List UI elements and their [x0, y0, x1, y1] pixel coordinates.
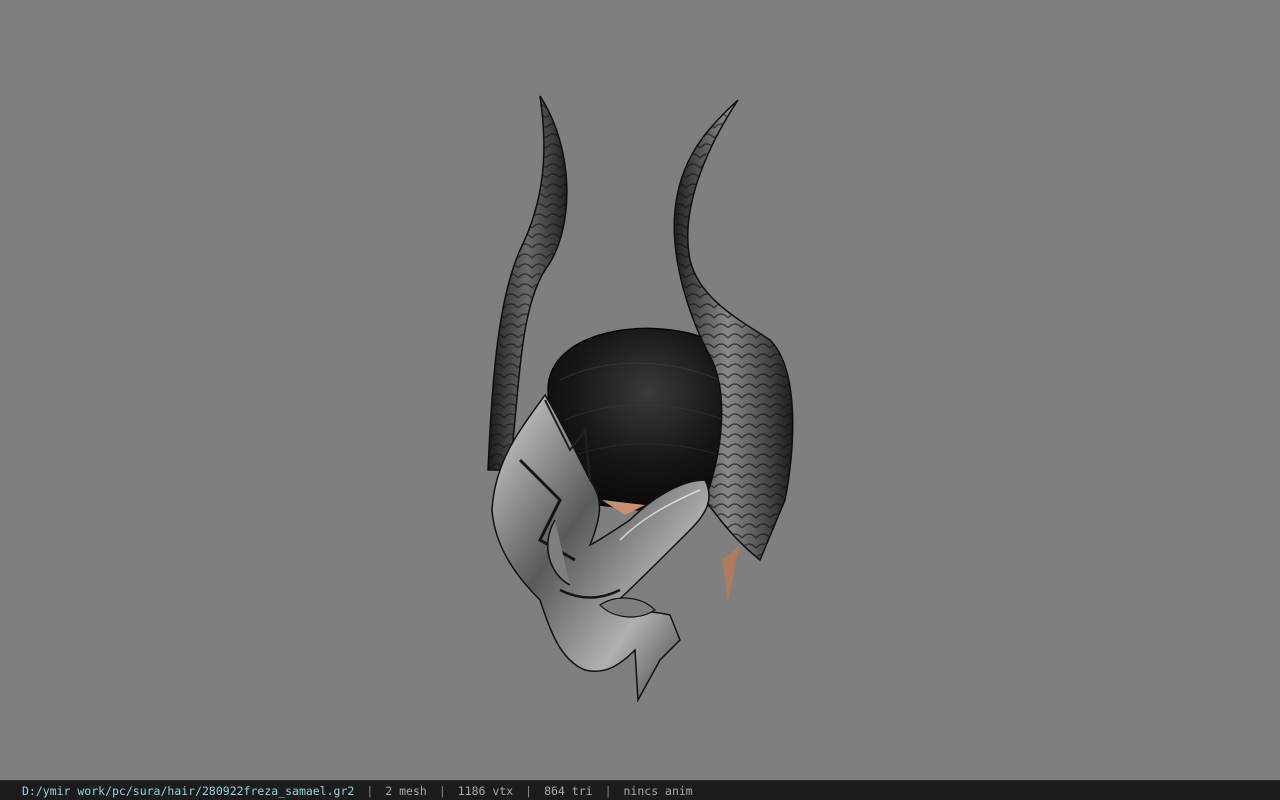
status-bar: D:/ymir work/pc/sura/hair/280922freza_sa…: [0, 780, 1280, 800]
separator: |: [438, 783, 446, 798]
triangle-count-label: 864 tri: [544, 783, 593, 798]
helmet-model-render[interactable]: [0, 0, 1280, 780]
3d-viewport[interactable]: [0, 0, 1280, 780]
animation-status-label: nincs anim: [623, 783, 693, 798]
vertex-count-label: 1186 vtx: [457, 783, 514, 798]
separator: |: [525, 783, 533, 798]
separator: |: [366, 783, 374, 798]
separator: |: [604, 783, 612, 798]
mesh-count-label: 2 mesh: [385, 783, 427, 798]
file-path-label: D:/ymir work/pc/sura/hair/280922freza_sa…: [22, 783, 355, 798]
